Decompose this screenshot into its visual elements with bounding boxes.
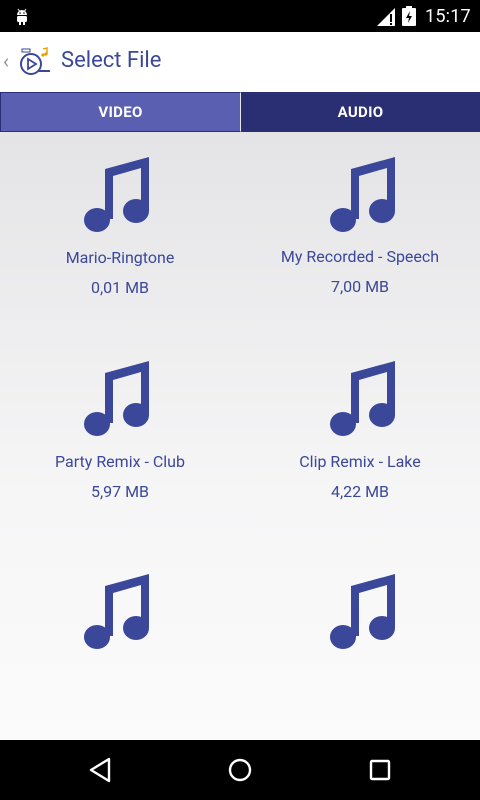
file-size: 5,97 MB — [90, 482, 150, 501]
music-note-icon — [330, 157, 395, 232]
battery-charging-icon — [402, 6, 416, 26]
file-item[interactable] — [0, 549, 240, 740]
music-note-icon — [330, 361, 395, 436]
media-tabs: VIDEO AUDIO — [0, 92, 480, 132]
file-name: Party Remix - Club — [55, 452, 185, 471]
home-circle-icon[interactable] — [228, 758, 252, 782]
file-name: Mario-Ringtone — [65, 248, 175, 267]
file-item[interactable]: Mario-Ringtone 0,01 MB — [0, 132, 240, 337]
file-item[interactable] — [240, 549, 480, 740]
music-note-icon — [84, 574, 149, 649]
file-name: My Recorded - Speech — [280, 247, 440, 266]
chevron-left-icon[interactable]: ‹ — [3, 51, 9, 71]
music-note-icon — [330, 574, 395, 649]
music-note-icon — [84, 157, 149, 232]
app-bar: ‹ Select File — [0, 32, 480, 92]
file-item[interactable]: Clip Remix - Lake 4,22 MB — [240, 336, 480, 541]
tab-video[interactable]: VIDEO — [0, 92, 241, 132]
status-bar: 15:17 — [0, 0, 480, 32]
status-time: 15:17 — [425, 6, 471, 27]
file-size: 0,01 MB — [90, 278, 150, 297]
file-size: 7,00 MB — [330, 277, 390, 296]
page-title: Select File — [61, 48, 162, 73]
recents-square-icon[interactable] — [369, 759, 391, 781]
signal-icon — [377, 8, 395, 26]
android-debug-icon — [17, 8, 27, 25]
app-logo-icon[interactable] — [16, 46, 52, 78]
back-triangle-icon[interactable] — [88, 757, 112, 783]
tab-audio[interactable]: AUDIO — [241, 92, 480, 132]
file-size: 4,22 MB — [330, 482, 390, 501]
file-item[interactable]: Party Remix - Club 5,97 MB — [0, 336, 240, 541]
file-item[interactable]: My Recorded - Speech 7,00 MB — [240, 132, 480, 337]
music-note-icon — [84, 361, 149, 436]
system-nav-bar — [0, 740, 480, 800]
file-name: Clip Remix - Lake — [299, 452, 421, 471]
audio-file-grid: Mario-Ringtone 0,01 MB My Recorded - Spe… — [0, 132, 480, 740]
